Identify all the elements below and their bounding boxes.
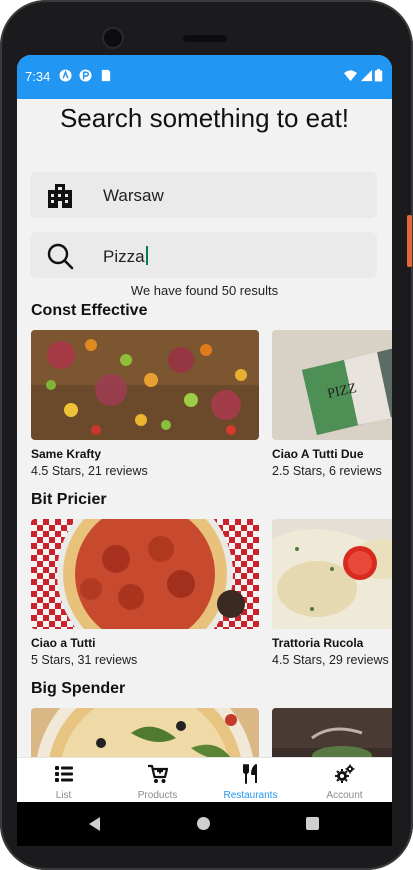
- pizza-salami-image: [31, 519, 259, 629]
- results-count: We have found 50 results: [130, 283, 279, 298]
- restaurant-name: Same Krafty: [31, 447, 102, 461]
- restaurant-name: Trattoria Rucola: [272, 636, 364, 650]
- home-icon[interactable]: [197, 817, 210, 830]
- city-field[interactable]: Warsaw: [30, 172, 377, 218]
- cart-icon: [148, 764, 168, 783]
- page-title: Search something to eat!: [59, 103, 350, 133]
- tab-products[interactable]: Products: [111, 758, 204, 802]
- section-title-bit-pricier: Bit Pricier: [31, 491, 107, 508]
- cogs-icon: [335, 764, 355, 783]
- restaurant-rating: 5 Stars, 31 reviews: [31, 653, 138, 667]
- restaurant-card[interactable]: Ciao a Tutti 5 Stars, 31 reviews: [31, 519, 259, 667]
- search-value: Pizza: [103, 247, 145, 266]
- restaurant-name: Ciao a Tutti: [31, 636, 96, 650]
- status-time: 7:34: [25, 69, 51, 84]
- status-bar: 7:34: [17, 55, 392, 99]
- text-cursor: [145, 246, 148, 265]
- side-button: [407, 215, 412, 267]
- app-screen: 7:34 Search something to eat! Warsaw Piz…: [17, 55, 392, 802]
- restaurant-rating: 4.5 Stars, 29 reviews: [272, 653, 389, 667]
- restaurant-rating: 2.5 Stars, 6 reviews: [272, 464, 382, 478]
- restaurant-photo: [31, 519, 259, 629]
- wifi-icon: [344, 70, 357, 82]
- restaurant-name: Ciao A Tutti Due: [272, 447, 364, 461]
- restaurant-rating: 4.5 Stars, 21 reviews: [31, 464, 148, 478]
- back-icon[interactable]: [89, 817, 100, 831]
- earpiece-speaker: [183, 35, 227, 42]
- restaurant-photo: [31, 330, 259, 440]
- bottom-tab-bar: List Products Restaurants Account: [17, 757, 392, 802]
- utensils-icon: [243, 764, 257, 784]
- tab-list-label: List: [55, 790, 72, 801]
- recent-apps-icon[interactable]: [306, 817, 319, 830]
- list-icon: [55, 766, 73, 782]
- city-value: Warsaw: [103, 186, 164, 205]
- restaurant-card[interactable]: Same Krafty 4.5 Stars, 21 reviews: [31, 330, 259, 478]
- restaurant-photo: [272, 519, 392, 629]
- city-buildings-icon: [48, 184, 72, 208]
- tab-account-label: Account: [326, 790, 363, 801]
- section-title-const-effective: Const Effective: [31, 302, 148, 319]
- system-nav-bar: [17, 802, 392, 846]
- restaurant-photo: PIZZ: [272, 330, 392, 440]
- pizza-menu-card-image: PIZZ: [272, 330, 392, 440]
- battery-icon: [374, 69, 383, 82]
- section-title-big-spender: Big Spender: [31, 680, 126, 697]
- tab-account[interactable]: Account: [298, 758, 391, 802]
- tab-restaurants-label: Restaurants: [223, 790, 278, 801]
- tab-restaurants[interactable]: Restaurants: [204, 758, 297, 802]
- pasta-image: [272, 519, 392, 629]
- sd-card-icon: [101, 69, 111, 82]
- search-icon: [47, 243, 74, 270]
- signal-icon: [360, 69, 373, 82]
- restaurant-card[interactable]: PIZZ Ciao A Tutti Due 2.5 Stars, 6 revie…: [272, 330, 392, 478]
- tab-list[interactable]: List: [17, 758, 110, 802]
- restaurant-card[interactable]: Trattoria Rucola 4.5 Stars, 29 reviews: [272, 519, 392, 667]
- front-camera: [104, 29, 122, 47]
- pizza-toppings-image: [31, 330, 259, 440]
- notification-a-icon: [59, 69, 72, 82]
- tab-products-label: Products: [137, 790, 178, 801]
- search-input[interactable]: Pizza: [103, 246, 148, 267]
- notification-p-icon: [79, 69, 92, 82]
- search-field[interactable]: Pizza: [30, 232, 377, 278]
